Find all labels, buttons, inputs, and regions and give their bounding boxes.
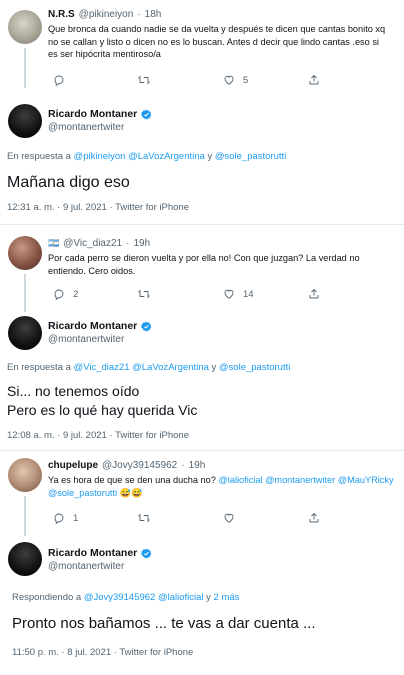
heart-icon xyxy=(223,512,235,524)
heart-icon xyxy=(223,288,235,300)
tweet-text: Mañana digo eso xyxy=(7,174,130,191)
share-icon xyxy=(308,288,320,300)
mention-link[interactable]: @Vic_diaz21 xyxy=(74,362,130,373)
avatar[interactable] xyxy=(8,10,42,44)
tweet-text-line1: Si... no tenemos oído xyxy=(7,383,140,399)
like-button[interactable]: 14 xyxy=(223,288,308,300)
retweet-icon xyxy=(138,288,150,300)
flag-icon: 🇦🇷 xyxy=(48,238,60,248)
reply-icon xyxy=(53,74,65,86)
verified-badge-icon xyxy=(141,109,152,120)
separator: · xyxy=(137,9,141,20)
tweet-meta[interactable]: 12:08 a. m. · 9 jul. 2021 · Twitter for … xyxy=(7,430,189,441)
reply-context: En respuesta a @pikineiyon @LaVozArgenti… xyxy=(7,151,286,162)
tweet-time[interactable]: 19h xyxy=(133,238,150,249)
reply-count: 2 xyxy=(73,288,79,300)
mention-link[interactable]: @Jovy39145962 xyxy=(84,592,155,603)
author-name[interactable]: Ricardo Montaner xyxy=(48,320,137,332)
verified-badge-icon xyxy=(141,548,152,559)
author-name[interactable]: Ricardo Montaner xyxy=(48,547,137,559)
avatar[interactable] xyxy=(8,542,42,576)
separator: · xyxy=(181,460,185,471)
reply-and: y xyxy=(211,362,217,373)
reply-button[interactable] xyxy=(53,74,138,86)
reply-context: Respondiendo a @Jovy39145962 @lalioficia… xyxy=(12,592,239,603)
share-icon xyxy=(308,512,320,524)
retweet-icon xyxy=(138,512,150,524)
mention-link[interactable]: @LaVozArgentina xyxy=(128,151,205,162)
mention-link[interactable]: @lalioficial xyxy=(158,592,204,603)
emoji: 😅😅 xyxy=(119,487,143,498)
author-name[interactable]: Ricardo Montaner xyxy=(48,108,137,120)
retweet-button[interactable] xyxy=(138,74,223,86)
reply-prefix: En respuesta a xyxy=(7,151,71,162)
share-button[interactable] xyxy=(308,512,320,524)
tweet-text: Pronto nos bañamos ... te vas a dar cuen… xyxy=(12,615,316,632)
tweet-time[interactable]: 18h xyxy=(145,9,162,20)
mention-link[interactable]: @MauYRicky xyxy=(338,475,394,485)
avatar[interactable] xyxy=(8,316,42,350)
author-handle[interactable]: @montanertwiter xyxy=(48,122,124,133)
thread-line xyxy=(24,274,26,312)
heart-icon xyxy=(223,74,235,86)
divider xyxy=(0,224,404,225)
mention-link[interactable]: @lalioficial xyxy=(218,475,262,485)
like-button[interactable]: 5 xyxy=(223,74,308,86)
tweet-text-plain: Ya es hora de que se den una ducha no? xyxy=(48,475,216,485)
mention-link[interactable]: @LaVozArgentina xyxy=(132,362,209,373)
tweet-text: Que bronca da cuando nadie se da vuelta … xyxy=(48,24,386,59)
share-button[interactable] xyxy=(308,74,320,86)
avatar[interactable] xyxy=(8,458,42,492)
like-count: 14 xyxy=(243,288,254,300)
author-handle[interactable]: @montanertwiter xyxy=(48,334,124,345)
mention-link[interactable]: @montanertwiter xyxy=(265,475,335,485)
reply-count: 1 xyxy=(73,512,79,524)
reply-button[interactable]: 1 xyxy=(53,512,138,524)
reply-prefix: Respondiendo a xyxy=(12,592,82,603)
retweet-button[interactable] xyxy=(138,512,223,524)
reply-button[interactable]: 2 xyxy=(53,288,138,300)
author-handle[interactable]: @pikineiyon xyxy=(79,9,134,20)
reply-context: En respuesta a @Vic_diaz21 @LaVozArgenti… xyxy=(7,362,290,373)
mention-link[interactable]: @sole_pastorutti xyxy=(215,151,286,162)
share-button[interactable] xyxy=(308,288,320,300)
share-icon xyxy=(308,74,320,86)
avatar[interactable] xyxy=(8,236,42,270)
author-name[interactable]: N.R.S xyxy=(48,9,75,20)
reply-icon xyxy=(53,512,65,524)
tweet-time[interactable]: 19h xyxy=(189,460,206,471)
mention-link[interactable]: @sole_pastorutti xyxy=(219,362,290,373)
mention-link[interactable]: 2 más xyxy=(214,592,240,603)
reply-prefix: En respuesta a xyxy=(7,362,71,373)
tweet-text: Ya es hora de que se den una ducha no? @… xyxy=(48,474,398,499)
mention-link[interactable]: @sole_pastorutti xyxy=(48,488,117,498)
retweet-button[interactable] xyxy=(138,288,223,300)
reply-icon xyxy=(53,288,65,300)
reply-and: y xyxy=(207,151,213,162)
like-button[interactable] xyxy=(223,512,308,524)
author-handle[interactable]: @Jovy39145962 xyxy=(102,460,177,471)
tweet-text: Por cada perro se dieron vuelta y por el… xyxy=(48,253,360,276)
tweet-meta[interactable]: 11:50 p. m. · 8 jul. 2021 · Twitter for … xyxy=(12,647,193,658)
reply-and: y xyxy=(206,592,211,603)
author-name[interactable]: chupelupe xyxy=(48,460,98,471)
tweet-meta[interactable]: 12:31 a. m. · 9 jul. 2021 · Twitter for … xyxy=(7,202,189,213)
separator: · xyxy=(126,238,130,249)
author-handle[interactable]: @Vic_diaz21 xyxy=(63,238,122,249)
thread-line xyxy=(24,496,26,536)
verified-badge-icon xyxy=(141,321,152,332)
tweet-text-line2: Pero es lo qué hay querida Vic xyxy=(7,402,198,418)
like-count: 5 xyxy=(243,74,249,86)
avatar[interactable] xyxy=(8,104,42,138)
retweet-icon xyxy=(138,74,150,86)
mention-link[interactable]: @pikineiyon xyxy=(74,151,126,162)
divider xyxy=(0,450,404,451)
thread-line xyxy=(24,48,26,88)
author-handle[interactable]: @montanertwiter xyxy=(48,561,124,572)
